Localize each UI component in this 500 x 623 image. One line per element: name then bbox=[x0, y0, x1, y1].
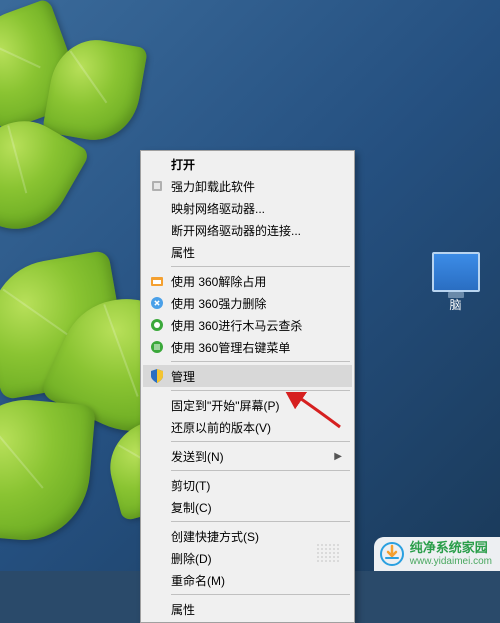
uninstall-icon bbox=[147, 178, 167, 194]
watermark-url: www.yidaimei.com bbox=[410, 556, 492, 567]
blank-icon bbox=[147, 244, 167, 260]
blank-icon bbox=[147, 419, 167, 435]
menu-force-uninstall[interactable]: 强力卸载此软件 bbox=[143, 175, 352, 197]
watermark-title: 纯净系统家园 bbox=[410, 541, 492, 555]
menu-copy[interactable]: 复制(C) bbox=[143, 496, 352, 518]
blank-icon bbox=[147, 200, 167, 216]
menu-separator bbox=[171, 441, 350, 442]
computer-icon bbox=[432, 252, 480, 292]
watermark-logo-icon bbox=[380, 542, 404, 566]
blank-icon bbox=[147, 499, 167, 515]
menu-separator bbox=[171, 390, 350, 391]
blank-icon bbox=[147, 477, 167, 493]
menu-restore-previous[interactable]: 还原以前的版本(V) bbox=[143, 416, 352, 438]
blank-icon bbox=[147, 601, 167, 617]
menu-disconnect-network-drive[interactable]: 断开网络驱动器的连接... bbox=[143, 219, 352, 241]
blank-icon bbox=[147, 550, 167, 566]
360-manage-icon bbox=[147, 339, 167, 355]
menu-360-force-delete[interactable]: 使用 360强力删除 bbox=[143, 292, 352, 314]
shield-icon bbox=[147, 368, 167, 384]
menu-360-trojan-scan[interactable]: 使用 360进行木马云查杀 bbox=[143, 314, 352, 336]
360-scan-icon bbox=[147, 317, 167, 333]
menu-separator bbox=[171, 266, 350, 267]
menu-manage[interactable]: 管理 bbox=[143, 365, 352, 387]
menu-open[interactable]: 打开 bbox=[143, 153, 352, 175]
desktop-icon-this-pc[interactable]: 脑 bbox=[423, 252, 488, 313]
menu-separator bbox=[171, 361, 350, 362]
menu-pin-to-start[interactable]: 固定到"开始"屏幕(P) bbox=[143, 394, 352, 416]
menu-360-release-occupancy[interactable]: 使用 360解除占用 bbox=[143, 270, 352, 292]
menu-properties[interactable]: 属性 bbox=[143, 598, 352, 620]
blank-icon bbox=[147, 528, 167, 544]
blank-icon bbox=[147, 156, 167, 172]
menu-rename[interactable]: 重命名(M) bbox=[143, 569, 352, 591]
submenu-arrow-icon: ▶ bbox=[334, 451, 342, 462]
blank-icon bbox=[147, 572, 167, 588]
blank-icon bbox=[147, 222, 167, 238]
menu-send-to[interactable]: 发送到(N) ▶ bbox=[143, 445, 352, 467]
watermark-dots bbox=[316, 543, 340, 563]
menu-separator bbox=[171, 521, 350, 522]
menu-cut[interactable]: 剪切(T) bbox=[143, 474, 352, 496]
menu-separator bbox=[171, 470, 350, 471]
menu-360-manage-context[interactable]: 使用 360管理右键菜单 bbox=[143, 336, 352, 358]
menu-map-network-drive[interactable]: 映射网络驱动器... bbox=[143, 197, 352, 219]
360-unlock-icon bbox=[147, 273, 167, 289]
blank-icon bbox=[147, 397, 167, 413]
menu-properties-top[interactable]: 属性 bbox=[143, 241, 352, 263]
desktop-icon-label: 脑 bbox=[423, 296, 488, 313]
leaf-decoration bbox=[0, 395, 96, 546]
watermark: 纯净系统家园 www.yidaimei.com bbox=[374, 537, 500, 571]
blank-icon bbox=[147, 448, 167, 464]
menu-separator bbox=[171, 594, 350, 595]
360-delete-icon bbox=[147, 295, 167, 311]
